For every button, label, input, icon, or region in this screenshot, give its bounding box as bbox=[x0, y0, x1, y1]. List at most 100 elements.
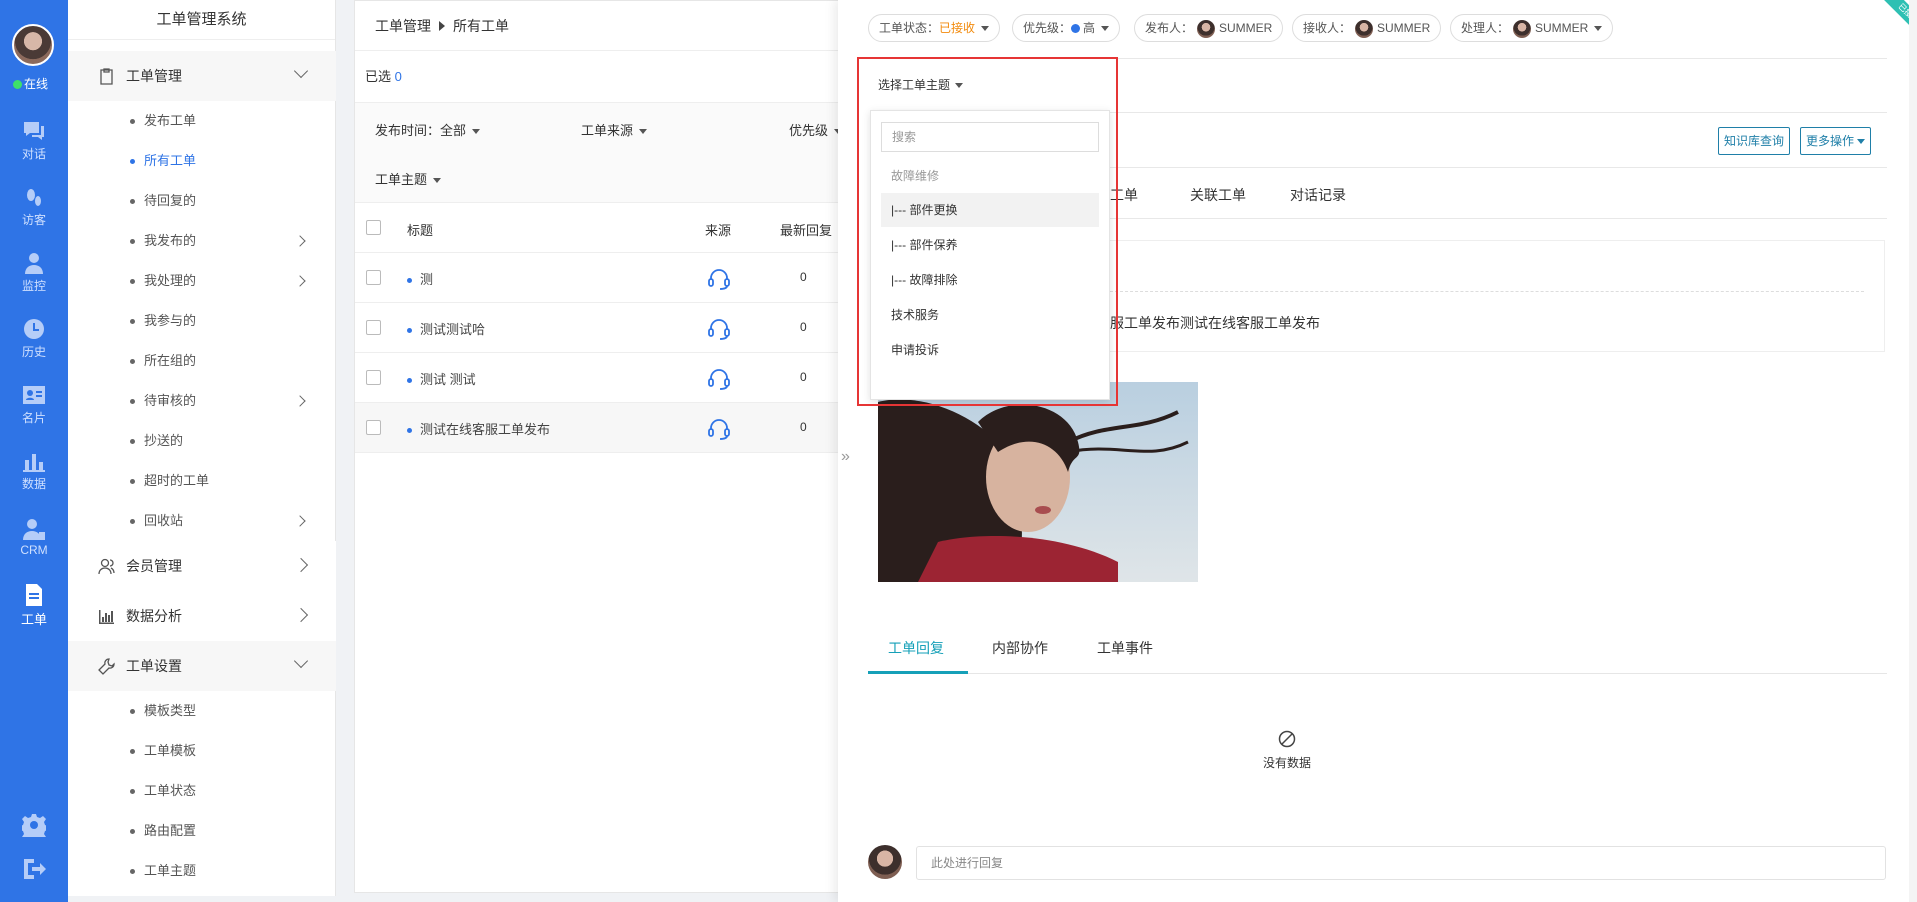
topic-option[interactable]: |--- 部件保养 bbox=[881, 228, 1099, 262]
sidebar-item-template-type[interactable]: 模板类型 bbox=[68, 691, 336, 731]
tab-ticket-events[interactable]: 工单事件 bbox=[1097, 638, 1153, 658]
headset-icon bbox=[708, 319, 730, 340]
ticket-list-panel: 工单管理 所有工单 已选 0 发布时间：全部 工单来源 优先级 工单主题 标题 来… bbox=[354, 0, 854, 893]
sidebar-item-overdue[interactable]: 超时的工单 bbox=[68, 461, 336, 501]
row-title[interactable]: 测 bbox=[407, 269, 433, 288]
left-rail: 在线 对话 访客 监控 历史 名片 数据 CRM 工单 bbox=[0, 0, 68, 902]
breadcrumb-root[interactable]: 工单管理 bbox=[375, 18, 431, 34]
topic-option[interactable]: |--- 故障排除 bbox=[881, 263, 1099, 297]
selected-count: 0 bbox=[394, 69, 402, 84]
priority-dot-icon bbox=[1071, 24, 1081, 34]
sidebar-item-template[interactable]: 工单模板 bbox=[68, 731, 336, 771]
sidebar-item-all[interactable]: 所有工单 bbox=[68, 141, 336, 181]
online-status[interactable]: 在线 bbox=[13, 75, 48, 92]
more-actions-button[interactable]: 更多操作 bbox=[1800, 127, 1872, 155]
filter-bar: 发布时间：全部 工单来源 优先级 工单主题 bbox=[355, 103, 853, 203]
sidebar-title: 工单管理系统 bbox=[68, 0, 335, 40]
user-avatar[interactable] bbox=[12, 24, 54, 66]
row-title[interactable]: 测试 测试 bbox=[407, 369, 476, 388]
topic-select[interactable]: 选择工单主题 bbox=[878, 76, 963, 93]
priority-select[interactable]: 优先级：高 bbox=[1012, 14, 1121, 42]
table-row[interactable]: 测试 测试 0 bbox=[355, 353, 853, 403]
kb-search-button[interactable]: 知识库查询 bbox=[1718, 127, 1791, 155]
online-dot-icon bbox=[13, 80, 22, 90]
clipboard-icon bbox=[100, 68, 113, 85]
topic-option[interactable]: |--- 部件更换 bbox=[881, 193, 1099, 227]
caret-down-icon bbox=[1101, 26, 1110, 32]
rail-item-history[interactable]: 历史 bbox=[0, 318, 68, 360]
scrollbar[interactable] bbox=[1909, 0, 1917, 902]
rail-item-card[interactable]: 名片 bbox=[0, 384, 68, 426]
filter-topic[interactable]: 工单主题 bbox=[375, 169, 441, 188]
rail-item-chat[interactable]: 对话 bbox=[0, 120, 68, 162]
select-all-checkbox[interactable] bbox=[366, 220, 381, 235]
empty-state: 没有数据 bbox=[1263, 730, 1311, 771]
rail-item-data[interactable]: 数据 bbox=[0, 450, 68, 492]
sidebar-item-participated[interactable]: 我参与的 bbox=[68, 301, 336, 341]
chevron-down-icon bbox=[293, 63, 309, 79]
sidebar-group-settings[interactable]: 工单设置 bbox=[68, 641, 336, 691]
tab-related-tickets[interactable]: 关联工单 bbox=[1190, 185, 1246, 205]
sidebar-item-my-published[interactable]: 我发布的 bbox=[68, 221, 336, 261]
row-checkbox[interactable] bbox=[366, 270, 381, 285]
breadcrumb: 工单管理 所有工单 bbox=[355, 1, 853, 51]
no-data-icon bbox=[1278, 730, 1296, 748]
table-row[interactable]: 测试在线客服工单发布 0 bbox=[355, 403, 853, 453]
receiver-chip[interactable]: 接收人： SUMMER bbox=[1292, 14, 1442, 42]
topic-option-group: 故障维修 bbox=[891, 169, 940, 183]
attachment-image[interactable] bbox=[878, 382, 1198, 582]
topic-option[interactable]: 技术服务 bbox=[881, 298, 1099, 332]
tab-chat-history[interactable]: 对话记录 bbox=[1290, 185, 1346, 205]
sidebar-group-analytics[interactable]: 数据分析 bbox=[68, 591, 336, 641]
ticket-detail-panel: 已接 工单状态：已接收 优先级：高 发布人： SUMMER 接收人： SUMMER … bbox=[838, 0, 1917, 902]
expand-panel-icon[interactable]: » bbox=[841, 448, 850, 466]
sidebar-item-topic[interactable]: 工单主题 bbox=[68, 851, 336, 891]
document-icon bbox=[26, 584, 42, 606]
row-checkbox[interactable] bbox=[366, 370, 381, 385]
sidebar-item-cc[interactable]: 抄送的 bbox=[68, 421, 336, 461]
sidebar-group-ticket-manage[interactable]: 工单管理 bbox=[68, 51, 336, 101]
tab-internal-collab[interactable]: 内部协作 bbox=[992, 638, 1048, 658]
tab-ticket-reply[interactable]: 工单回复 bbox=[888, 638, 944, 658]
filter-source[interactable]: 工单来源 bbox=[581, 120, 647, 139]
sidebar-item-my-handled[interactable]: 我处理的 bbox=[68, 261, 336, 301]
rail-item-crm[interactable]: CRM bbox=[0, 518, 68, 557]
row-title[interactable]: 测试在线客服工单发布 bbox=[407, 419, 550, 438]
rail-item-ticket[interactable]: 工单 bbox=[0, 584, 68, 628]
rail-item-visitor[interactable]: 访客 bbox=[0, 186, 68, 228]
monitor-user-icon bbox=[25, 253, 43, 274]
chevron-right-icon bbox=[294, 395, 306, 407]
publisher-chip[interactable]: 发布人： SUMMER bbox=[1134, 14, 1284, 42]
table-row[interactable]: 测试测试哈 0 bbox=[355, 303, 853, 353]
sidebar-item-pending-reply[interactable]: 待回复的 bbox=[68, 181, 336, 221]
sidebar-item-group[interactable]: 所在组的 bbox=[68, 341, 336, 381]
topic-option[interactable]: 申请投诉 bbox=[881, 333, 1099, 367]
avatar bbox=[868, 845, 902, 879]
filter-time[interactable]: 发布时间：全部 bbox=[375, 120, 480, 139]
wrench-icon bbox=[98, 658, 115, 675]
status-select[interactable]: 工单状态：已接收 bbox=[868, 14, 1001, 42]
reply-input[interactable] bbox=[916, 846, 1886, 880]
table-row[interactable]: 测 0 bbox=[355, 253, 853, 303]
logout-icon[interactable] bbox=[22, 858, 46, 880]
sidebar-item-recycle[interactable]: 回收站 bbox=[68, 501, 336, 541]
gear-icon[interactable] bbox=[22, 813, 46, 837]
row-checkbox[interactable] bbox=[366, 420, 381, 435]
row-checkbox[interactable] bbox=[366, 320, 381, 335]
sidebar-item-status[interactable]: 工单状态 bbox=[68, 771, 336, 811]
sidebar-group-members[interactable]: 会员管理 bbox=[68, 541, 336, 591]
row-latest-reply: 0 bbox=[800, 370, 807, 384]
handler-select[interactable]: 处理人： SUMMER bbox=[1450, 14, 1614, 42]
row-title[interactable]: 测试测试哈 bbox=[407, 319, 485, 338]
topic-search-input[interactable] bbox=[881, 122, 1099, 152]
divider bbox=[868, 58, 1887, 59]
filter-priority[interactable]: 优先级 bbox=[789, 120, 842, 139]
rail-item-monitor[interactable]: 监控 bbox=[0, 252, 68, 294]
sidebar-item-routing[interactable]: 路由配置 bbox=[68, 811, 336, 851]
clock-icon bbox=[24, 319, 44, 339]
tab-ticket[interactable]: 工单 bbox=[1110, 185, 1138, 205]
chevron-right-icon bbox=[293, 557, 309, 573]
sidebar-item-publish[interactable]: 发布工单 bbox=[68, 101, 336, 141]
chevron-right-icon bbox=[294, 515, 306, 527]
sidebar-item-pending-review[interactable]: 待审核的 bbox=[68, 381, 336, 421]
